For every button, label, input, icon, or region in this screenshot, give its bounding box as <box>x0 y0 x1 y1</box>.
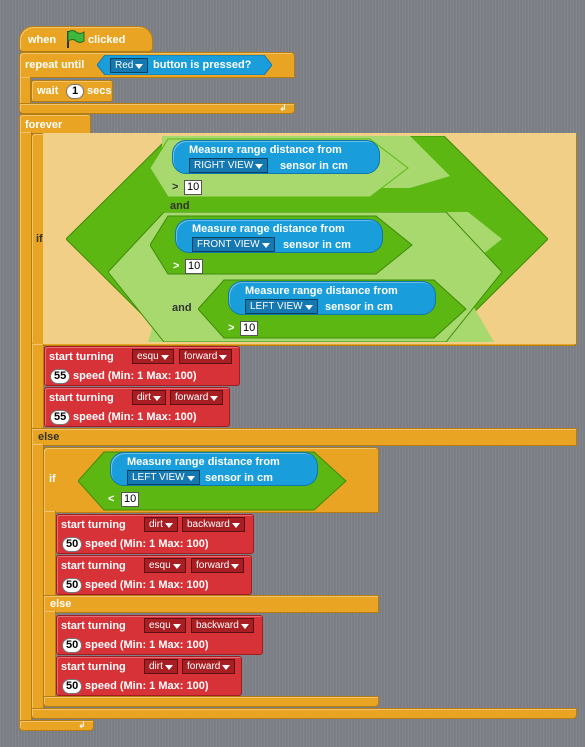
range-sensor-left-2[interactable]: Measure range distance from LEFT VIEW se… <box>110 452 318 486</box>
when-label: when <box>28 34 57 46</box>
inner-if-branch-arm <box>43 511 56 599</box>
speed-input[interactable]: 50 <box>62 537 83 552</box>
motor-dropdown[interactable]: esqu <box>144 618 186 633</box>
sensor-title: Measure range distance from <box>189 144 342 156</box>
front-view-dropdown[interactable]: FRONT VIEW <box>192 237 275 252</box>
button-pressed-label: button is pressed? <box>153 59 252 71</box>
inner-if-label: if <box>49 473 56 485</box>
left2-threshold-input[interactable]: 10 <box>121 492 140 507</box>
right-threshold-input[interactable]: 10 <box>184 180 203 195</box>
else-label: else <box>38 431 60 443</box>
direction-dropdown[interactable]: forward <box>191 558 245 573</box>
sensor-suffix: sensor in cm <box>280 160 348 172</box>
and-label: and <box>170 200 190 212</box>
left-view-dropdown[interactable]: LEFT VIEW <box>245 299 318 314</box>
start-turning-block-2[interactable]: start turning dirt forward 55 speed (Min… <box>44 387 230 427</box>
loop-arrow-icon: ↲ <box>78 720 86 730</box>
motor-dropdown[interactable]: esqu <box>132 349 174 364</box>
left-view-dropdown[interactable]: LEFT VIEW <box>127 470 200 485</box>
speed-label: speed (Min: 1 Max: 100) <box>85 579 209 591</box>
speed-input[interactable]: 55 <box>50 410 71 425</box>
speed-input[interactable]: 50 <box>62 679 83 694</box>
sensor-title: Measure range distance from <box>127 456 280 468</box>
speed-input[interactable]: 50 <box>62 638 83 653</box>
inner-else-bar: else <box>43 595 379 613</box>
direction-dropdown[interactable]: forward <box>182 659 236 674</box>
inner-else-branch-arm <box>43 611 56 699</box>
direction-dropdown[interactable]: forward <box>179 349 233 364</box>
repeat-until-arm <box>19 77 31 105</box>
if-label: if <box>36 233 43 245</box>
motor-dropdown[interactable]: dirt <box>144 659 178 674</box>
motor-dropdown[interactable]: dirt <box>132 390 166 405</box>
speed-label: speed (Min: 1 Max: 100) <box>73 411 197 423</box>
motor-dropdown[interactable]: dirt <box>144 517 178 532</box>
inner-if-else-end <box>43 696 379 707</box>
sensor-title: Measure range distance from <box>245 285 398 297</box>
repeat-until-label: repeat until <box>25 59 85 71</box>
else-bar: else <box>31 428 577 446</box>
button-color-dropdown[interactable]: Red <box>110 58 149 73</box>
speed-input[interactable]: 50 <box>62 578 83 593</box>
left-threshold-input[interactable]: 10 <box>240 321 259 336</box>
greater-than-label: > <box>228 322 235 334</box>
wait-label: wait <box>37 85 59 97</box>
forever-label: forever <box>25 119 63 131</box>
start-turning-label: start turning <box>49 392 114 404</box>
direction-dropdown[interactable]: backward <box>182 517 245 532</box>
loop-arrow-icon: ↲ <box>279 103 287 113</box>
start-turning-label: start turning <box>61 620 126 632</box>
repeat-until-end <box>19 103 295 114</box>
start-turning-block-5[interactable]: start turning esqu backward 50 speed (Mi… <box>56 615 263 655</box>
sensor-suffix: sensor in cm <box>325 301 393 313</box>
if-branch-arm <box>31 344 44 434</box>
sensor-title: Measure range distance from <box>192 223 345 235</box>
speed-label: speed (Min: 1 Max: 100) <box>85 538 209 550</box>
less-than-label: < <box>108 493 115 505</box>
start-turning-block-1[interactable]: start turning esqu forward 55 speed (Min… <box>44 346 240 386</box>
forever-block[interactable]: forever <box>19 114 91 134</box>
sensor-suffix: sensor in cm <box>205 472 273 484</box>
secs-label: secs <box>87 85 112 97</box>
speed-label: speed (Min: 1 Max: 100) <box>85 680 209 692</box>
greater-than-label: > <box>173 260 180 272</box>
range-sensor-right[interactable]: Measure range distance from RIGHT VIEW s… <box>172 140 380 174</box>
front-threshold-input[interactable]: 10 <box>185 259 204 274</box>
sensor-suffix: sensor in cm <box>283 239 351 251</box>
if-else-end <box>31 708 577 719</box>
greater-than-label: > <box>172 181 179 193</box>
start-turning-label: start turning <box>61 519 126 531</box>
start-turning-block-6[interactable]: start turning dirt forward 50 speed (Min… <box>56 656 242 696</box>
start-turning-block-3[interactable]: start turning dirt backward 50 speed (Mi… <box>56 514 254 554</box>
direction-dropdown[interactable]: forward <box>170 390 224 405</box>
range-sensor-left[interactable]: Measure range distance from LEFT VIEW se… <box>228 281 436 315</box>
clicked-label: clicked <box>88 34 126 46</box>
speed-input[interactable]: 55 <box>50 369 71 384</box>
start-turning-label: start turning <box>61 661 126 673</box>
start-turning-label: start turning <box>49 351 114 363</box>
start-turning-label: start turning <box>61 560 126 572</box>
speed-label: speed (Min: 1 Max: 100) <box>85 639 209 651</box>
direction-dropdown[interactable]: backward <box>191 618 254 633</box>
wait-block[interactable]: wait 1 secs <box>31 80 113 102</box>
inner-else-label: else <box>50 598 72 610</box>
right-view-dropdown[interactable]: RIGHT VIEW <box>189 158 269 173</box>
when-flag-clicked-block[interactable]: when clicked <box>19 26 153 52</box>
wait-seconds-input[interactable]: 1 <box>66 84 84 99</box>
range-sensor-front[interactable]: Measure range distance from FRONT VIEW s… <box>175 219 383 253</box>
motor-dropdown[interactable]: esqu <box>144 558 186 573</box>
speed-label: speed (Min: 1 Max: 100) <box>73 370 197 382</box>
and-label: and <box>172 302 192 314</box>
green-flag-icon <box>64 29 86 54</box>
start-turning-block-4[interactable]: start turning esqu forward 50 speed (Min… <box>56 555 252 595</box>
